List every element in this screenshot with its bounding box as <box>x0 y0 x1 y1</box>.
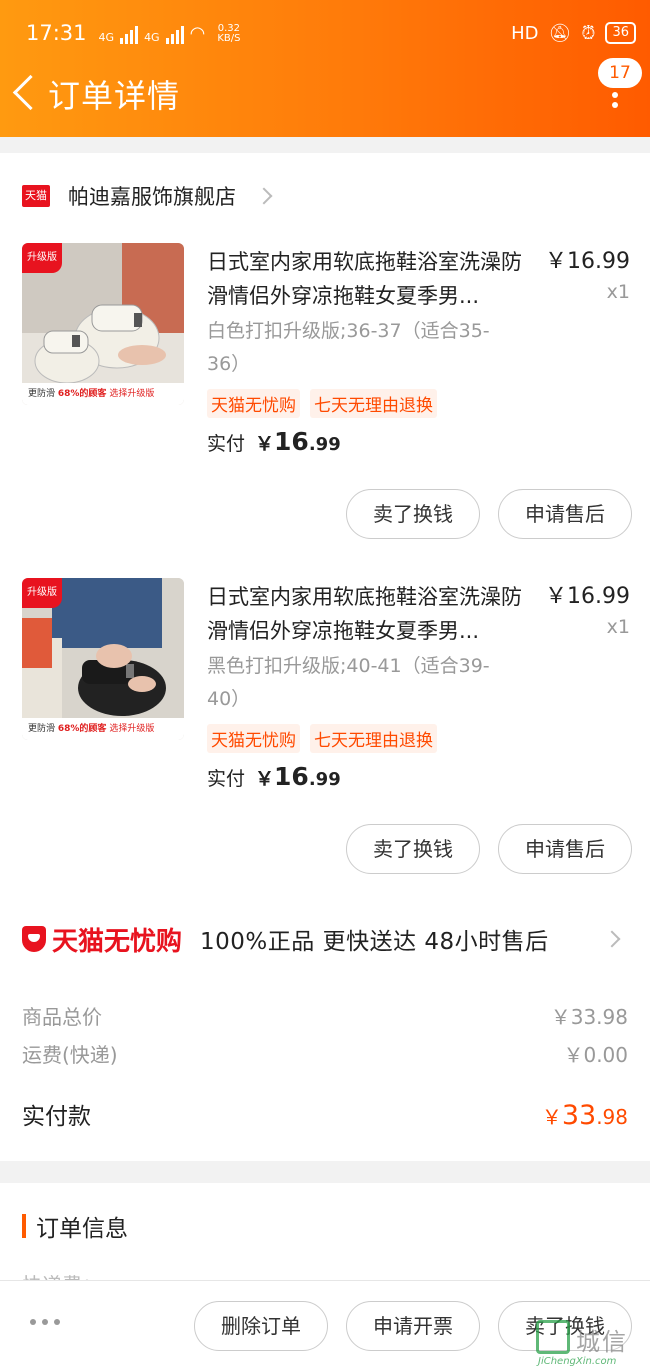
service-tags: 天猫无忧购 七天无理由退换 <box>207 389 437 418</box>
watermark-logo-icon <box>536 1320 570 1354</box>
item-actions: 卖了换钱 申请售后 <box>346 824 632 874</box>
tag-tmall-worry-free: 天猫无忧购 <box>207 724 300 753</box>
signal-group: 4G 4G ◠ 0.32 KB/S <box>98 22 241 44</box>
signal-bars-icon <box>165 25 184 44</box>
sell-button[interactable]: 卖了换钱 <box>346 824 480 874</box>
status-right: HD 🔕︎ ⏰︎ 36 <box>511 22 636 44</box>
goods-total-label: 商品总价 <box>22 1005 102 1029</box>
more-dots-icon[interactable] <box>30 1319 60 1325</box>
wifi-icon: ◠ <box>189 22 206 44</box>
network-label-a: 4G <box>98 30 115 44</box>
network-label-b: 4G <box>144 30 160 44</box>
back-button[interactable] <box>8 62 48 126</box>
sell-button[interactable]: 卖了换钱 <box>346 489 480 539</box>
product-sku: 黑色打扣升级版;40-41（适合39-40） <box>207 655 490 710</box>
paid-amount: 实付 ￥ 16 .99 <box>207 762 341 791</box>
order-item: 升级版 更防滑 68%的顾客 选择升级版 日式室内家用软底拖鞋浴室洗澡防滑情侣外… <box>0 243 650 543</box>
product-sku: 白色打扣升级版;36-37（适合35-36） <box>207 320 490 375</box>
product-name[interactable]: 日式室内家用软底拖鞋浴室洗澡防滑情侣外穿凉拖鞋女夏季男... <box>207 245 537 313</box>
item-actions: 卖了换钱 申请售后 <box>346 489 632 539</box>
bottom-action-bar: 删除订单 申请开票 卖了换钱 城信 JiChengXin.com <box>0 1280 650 1372</box>
goods-total-value: ￥33.98 <box>550 1005 628 1029</box>
nav-bar: 订单详情 <box>0 62 650 126</box>
status-bar: 17:31 4G 4G ◠ 0.32 KB/S HD 🔕︎ ⏰︎ 36 <box>26 18 636 48</box>
paid-total-label: 实付款 <box>22 1104 91 1130</box>
delete-order-button[interactable]: 删除订单 <box>194 1301 328 1351</box>
promo-strip: 更防滑 68%的顾客 选择升级版 <box>22 383 184 405</box>
order-item: 升级版 更防滑 68%的顾客 选择升级版 日式室内家用软底拖鞋浴室洗澡防滑情侣外… <box>0 578 650 878</box>
more-menu-icon[interactable] <box>612 92 620 118</box>
goods-total-row: 商品总价 ￥33.98 <box>22 1001 628 1030</box>
alarm-icon: ⏰︎ <box>581 22 596 44</box>
product-qty: x1 <box>606 281 630 303</box>
section-accent-bar <box>22 1214 26 1238</box>
product-price: ￥16.99 <box>545 584 630 609</box>
assurance-row[interactable]: 天猫无忧购 100%正品 更快送达 48小时售后 <box>22 921 632 957</box>
watermark: 城信 JiChengXin.com <box>534 1320 644 1368</box>
promo-strip: 更防滑 68%的顾客 选择升级版 <box>22 718 184 740</box>
shipping-value: ￥0.00 <box>563 1043 628 1067</box>
page-title: 订单详情 <box>48 77 181 115</box>
mute-icon: 🔕︎ <box>548 22 572 44</box>
product-price: ￥16.99 <box>545 249 630 274</box>
app-header: 17:31 4G 4G ◠ 0.32 KB/S HD 🔕︎ ⏰︎ 36 订单详情… <box>0 0 650 137</box>
upgrade-ribbon: 升级版 <box>22 243 62 273</box>
tmall-logo-icon: 天猫 <box>22 185 50 207</box>
assurance-text: 100%正品 更快送达 48小时售后 <box>200 929 549 955</box>
shipping-row: 运费(快递) ￥0.00 <box>22 1039 628 1068</box>
product-name[interactable]: 日式室内家用软底拖鞋浴室洗澡防滑情侣外穿凉拖鞋女夏季男... <box>207 580 537 648</box>
after-sale-button[interactable]: 申请售后 <box>498 489 632 539</box>
paid-total-row: 实付款 ￥ 33 .98 <box>22 1097 628 1131</box>
tag-tmall-worry-free: 天猫无忧购 <box>207 389 300 418</box>
paid-total-value: ￥ 33 .98 <box>541 1100 628 1131</box>
status-time: 17:31 <box>26 21 87 45</box>
network-speed: 0.32 KB/S <box>217 22 241 44</box>
paid-amount: 实付 ￥ 16 .99 <box>207 427 341 456</box>
tag-7day-return: 七天无理由退换 <box>310 724 437 753</box>
shop-row[interactable]: 天猫 帕迪嘉服饰旗舰店 <box>22 181 273 211</box>
tag-7day-return: 七天无理由退换 <box>310 389 437 418</box>
product-thumbnail[interactable]: 升级版 更防滑 68%的顾客 选择升级版 <box>22 578 184 740</box>
assurance-brand: 天猫无忧购 <box>52 926 183 957</box>
invoice-button[interactable]: 申请开票 <box>346 1301 480 1351</box>
order-info-card: 订单信息 快递费：... <box>0 1183 650 1297</box>
signal-bars-icon <box>120 25 139 44</box>
message-badge[interactable]: 17 <box>598 58 642 88</box>
shield-icon <box>22 926 46 952</box>
product-qty: x1 <box>606 616 630 638</box>
battery-icon: 36 <box>605 22 636 44</box>
after-sale-button[interactable]: 申请售后 <box>498 824 632 874</box>
chevron-right-icon <box>255 187 273 205</box>
service-tags: 天猫无忧购 七天无理由退换 <box>207 724 437 753</box>
shipping-label: 运费(快递) <box>22 1043 118 1067</box>
product-thumbnail[interactable]: 升级版 更防滑 68%的顾客 选择升级版 <box>22 243 184 405</box>
order-card: 天猫 帕迪嘉服饰旗舰店 升级版 更防滑 68%的顾客 选择升级版 日式室内家用软… <box>0 153 650 1161</box>
chevron-right-icon <box>603 930 621 948</box>
section-title: 订单信息 <box>22 1209 128 1243</box>
hd-label: HD <box>511 22 539 44</box>
upgrade-ribbon: 升级版 <box>22 578 62 608</box>
shop-name: 帕迪嘉服饰旗舰店 <box>68 185 236 209</box>
